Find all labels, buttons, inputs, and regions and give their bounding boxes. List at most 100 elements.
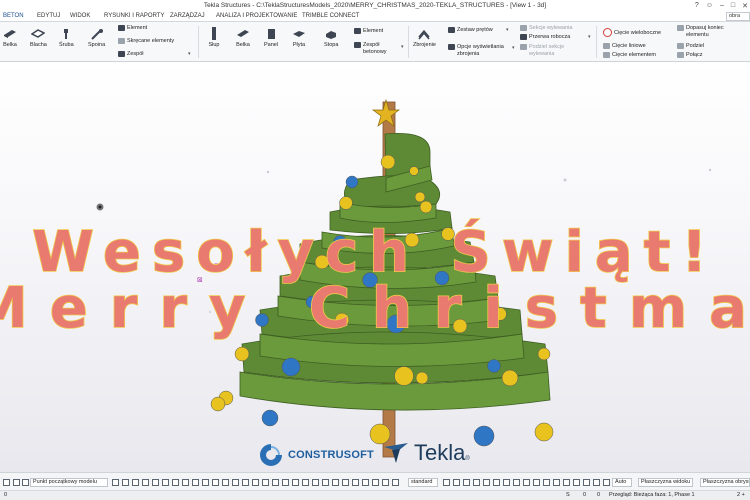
podziel-button[interactable]: Podziel (677, 43, 704, 49)
plyta-button[interactable]: Płyta (292, 28, 306, 48)
tab-trimble[interactable]: TRIMBLE CONNECT (302, 13, 359, 19)
snap-icon[interactable] (312, 479, 319, 486)
zespol-betonowy-dropdown-icon[interactable]: ▾ (401, 44, 404, 50)
zespol-button[interactable]: Zespół (118, 51, 144, 57)
ciecie-liniowe-button[interactable]: Cięcie liniowe (603, 43, 646, 49)
belka-button[interactable]: Belka (3, 28, 17, 48)
grid-icon[interactable] (22, 479, 29, 486)
snap-icon[interactable] (272, 479, 279, 486)
przerwa-dropdown-icon[interactable]: ▾ (588, 34, 591, 40)
element-button[interactable]: Element (118, 25, 147, 31)
close-button[interactable]: ✕ (742, 2, 748, 10)
snap-icon[interactable] (262, 479, 269, 486)
snap-icon[interactable] (212, 479, 219, 486)
minimize-button[interactable]: – (720, 2, 724, 9)
tab-analiza[interactable]: ANALIZA I PROJEKTOWANIE (216, 13, 297, 19)
snap-point-dropdown[interactable]: Punkt początkowy modelu (30, 478, 108, 487)
snap-icon[interactable] (593, 479, 600, 486)
snap-icon[interactable] (453, 479, 460, 486)
snap-icon[interactable] (302, 479, 309, 486)
snap-icon[interactable] (192, 479, 199, 486)
ciecie-elementem-button[interactable]: Cięcie elementem (603, 52, 656, 58)
snap-icon[interactable] (252, 479, 259, 486)
snap-icon[interactable] (533, 479, 540, 486)
snap-icon[interactable] (473, 479, 480, 486)
tab-widok[interactable]: WIDOK (70, 13, 90, 19)
maximize-button[interactable]: □ (731, 2, 735, 9)
stopa-button[interactable]: Stopa (324, 28, 338, 48)
blacha-button[interactable]: Blacha (30, 28, 47, 48)
outline-plane-dropdown[interactable]: Płaszczyzna obrysu (700, 478, 750, 487)
help-icon[interactable]: ? (695, 2, 699, 9)
user-icon[interactable]: ☺ (706, 2, 713, 9)
snap-icon[interactable] (332, 479, 339, 486)
snap-icon[interactable] (13, 479, 20, 486)
zespol-betonowy-button[interactable]: Zespół betonowy (354, 42, 387, 56)
podziel-sekcje-button[interactable]: Podziel sekcje wylewania (520, 44, 564, 58)
polacz-button[interactable]: Połącz (677, 52, 703, 58)
snap-icon[interactable] (583, 479, 590, 486)
snap-icon[interactable] (282, 479, 289, 486)
auto-dropdown[interactable]: Auto (612, 478, 632, 487)
snap-icon[interactable] (322, 479, 329, 486)
snap-icon[interactable] (513, 479, 520, 486)
przerwa-robocza-button[interactable]: Przerwa robocza (520, 34, 570, 40)
dopasuj-koniec-button[interactable]: Dopasuj koniec elementu (677, 25, 724, 39)
panel-button[interactable]: Panel (264, 28, 278, 48)
standard-dropdown[interactable]: standard (408, 478, 438, 487)
opcje-wyswietlania-button[interactable]: Opcje wyświetlania zbrojenia (448, 44, 504, 58)
select-icon[interactable] (3, 479, 10, 486)
sekcje-wylewania-button[interactable]: Sekcje wylewania (520, 25, 572, 31)
zestaw-dropdown-icon[interactable]: ▾ (506, 27, 509, 33)
snap-icon[interactable] (232, 479, 239, 486)
snap-icon[interactable] (493, 479, 500, 486)
snap-icon[interactable] (523, 479, 530, 486)
zespol-dropdown-icon[interactable]: ▾ (188, 51, 191, 57)
snap-icon[interactable] (162, 479, 169, 486)
snap-icon[interactable] (372, 479, 379, 486)
snap-icon[interactable] (443, 479, 450, 486)
snap-icon[interactable] (122, 479, 129, 486)
snap-icon[interactable] (573, 479, 580, 486)
model-view-3d[interactable]: ⊠ ⊠ Wesołych Świąt! Merry Christmas CONS… (0, 62, 750, 472)
snap-icon[interactable] (182, 479, 189, 486)
snap-icon[interactable] (292, 479, 299, 486)
slup-button[interactable]: Słup (207, 27, 221, 48)
search-input[interactable]: obra (726, 12, 750, 21)
ciecie-wieloboczne-button[interactable]: Cięcie wieloboczne (603, 28, 661, 37)
element-concrete-button[interactable]: Element (354, 28, 383, 34)
snap-icon[interactable] (463, 479, 470, 486)
view-plane-dropdown[interactable]: Płaszczyzna widoku (638, 478, 693, 487)
snap-icon[interactable] (222, 479, 229, 486)
zbrojenie-button[interactable]: Zbrojenie (413, 28, 436, 48)
snap-icon[interactable] (112, 479, 119, 486)
snap-icon[interactable] (553, 479, 560, 486)
ornament-gold (339, 196, 353, 210)
snap-icon[interactable] (132, 479, 139, 486)
tab-beton[interactable]: BETON (3, 13, 24, 19)
zestaw-pretow-button[interactable]: Zestaw prętów (448, 27, 493, 33)
snap-icon[interactable] (352, 479, 359, 486)
snap-icon[interactable] (152, 479, 159, 486)
tab-edytuj[interactable]: EDYTUJ (37, 13, 60, 19)
skrecane-button[interactable]: Skręcane elementy (118, 38, 174, 44)
snap-icon[interactable] (382, 479, 389, 486)
snap-icon[interactable] (392, 479, 399, 486)
snap-icon[interactable] (503, 479, 510, 486)
spoina-button[interactable]: Spoina (88, 28, 105, 48)
snap-icon[interactable] (543, 479, 550, 486)
snap-icon[interactable] (342, 479, 349, 486)
snap-icon[interactable] (142, 479, 149, 486)
tab-zarzadzaj[interactable]: ZARZĄDZAJ (170, 13, 205, 19)
snap-icon[interactable] (362, 479, 369, 486)
belka-concrete-button[interactable]: Belka (236, 28, 250, 48)
snap-icon[interactable] (172, 479, 179, 486)
snap-icon[interactable] (563, 479, 570, 486)
tab-rysunki[interactable]: RYSUNKI I RAPORTY (104, 13, 164, 19)
snap-icon[interactable] (483, 479, 490, 486)
sruba-button[interactable]: Śruba (59, 28, 74, 48)
snap-icon[interactable] (242, 479, 249, 486)
snap-icon[interactable] (202, 479, 209, 486)
snap-icon[interactable] (603, 479, 610, 486)
opcje-dropdown-icon[interactable]: ▾ (512, 45, 515, 51)
